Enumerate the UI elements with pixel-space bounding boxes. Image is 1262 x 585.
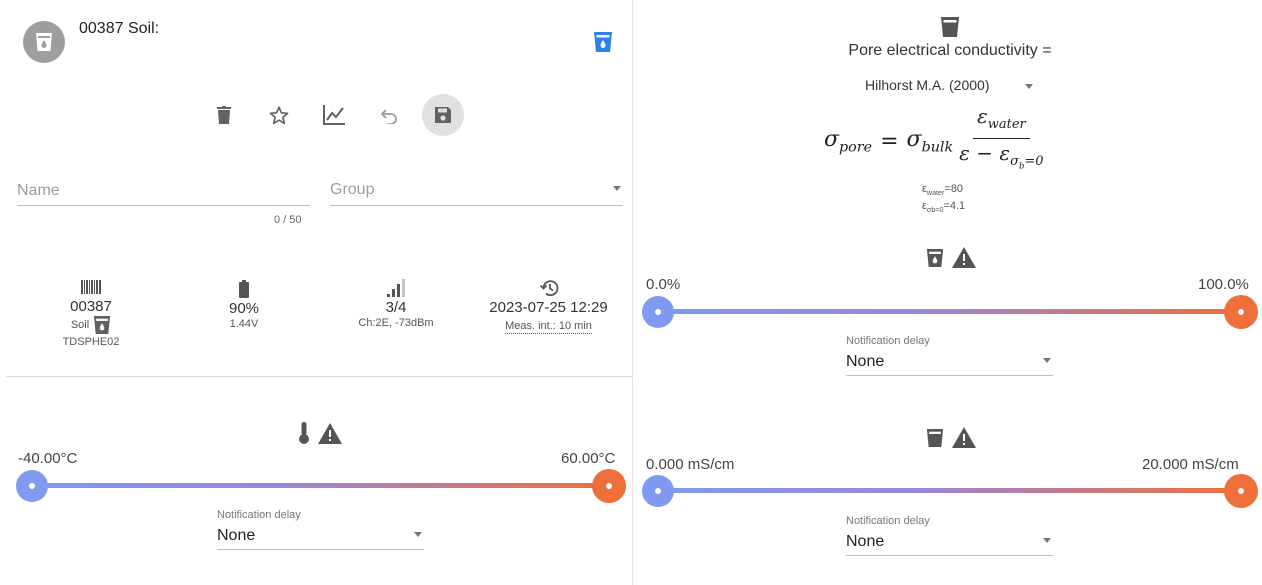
soil-sensor-icon <box>36 33 52 51</box>
device-type-label: Soil <box>70 319 90 331</box>
history-icon <box>539 280 558 297</box>
formula-fraction: εwater ε − εσb=0 <box>959 104 1044 171</box>
temperature-max-label: 60.00°C <box>561 450 616 467</box>
delete-button[interactable] <box>196 94 251 136</box>
save-icon <box>435 107 451 123</box>
notification-delay-select[interactable]: None <box>846 350 1053 376</box>
thermometer-icon <box>299 422 309 444</box>
trash-icon <box>216 106 231 124</box>
signal-detail: Ch:2E, -73dBm <box>358 317 434 329</box>
water-min-handle[interactable] <box>642 296 674 328</box>
soil-sensor-icon <box>94 316 111 334</box>
soil-sensor-icon <box>926 428 944 447</box>
temperature-min-label: -40.00°C <box>18 450 78 467</box>
ec-min-handle[interactable] <box>642 475 674 507</box>
pore-conductivity-panel: Pore electrical conductivity = Hilhorst … <box>634 0 1262 585</box>
stat-last-measurement: 2023-07-25 12:29 Meas. int.: 10 min <box>476 279 621 334</box>
star-icon <box>269 105 288 124</box>
battery-value: 90% <box>228 300 260 317</box>
notification-delay-label: Notification delay <box>846 335 930 347</box>
device-actions <box>196 94 464 136</box>
temperature-max-handle[interactable] <box>592 469 626 503</box>
name-field[interactable] <box>17 178 310 206</box>
soil-sensor-icon[interactable] <box>593 31 613 53</box>
notification-delay-label: Notification delay <box>846 515 930 527</box>
stat-battery: 90% 1.44V <box>204 280 284 331</box>
line-chart-icon <box>322 105 345 125</box>
device-panel: 00387 Soil: Name 0 / 50 Group 00387 Soil… <box>6 0 633 585</box>
signal-value: 3/4 <box>385 299 407 316</box>
ec-alarm-header <box>926 427 976 448</box>
pore-title: Pore electrical conductivity = <box>848 42 1052 59</box>
chevron-down-icon <box>1043 538 1051 543</box>
chart-button[interactable] <box>306 94 361 136</box>
temperature-range-track[interactable] <box>32 483 608 488</box>
pore-formula: σpore = σbulk εwater ε − εσb=0 <box>824 103 1048 180</box>
chevron-down-icon <box>1043 358 1051 363</box>
ec-min-label: 0.000 mS/cm <box>646 456 735 473</box>
stat-device-id: 00387 Soil TDSPHE02 <box>51 280 131 349</box>
group-select[interactable]: Group <box>330 178 623 206</box>
name-char-counter: 0 / 50 <box>274 214 302 226</box>
section-divider <box>6 376 633 377</box>
water-notification-delay[interactable]: Notification delay None <box>846 335 1053 376</box>
soil-sensor-icon <box>941 17 959 37</box>
water-alarm-header <box>926 247 976 268</box>
warning-icon <box>952 247 976 268</box>
notification-delay-value: None <box>846 533 885 550</box>
barcode-icon <box>81 280 101 294</box>
water-max-label: 100.0% <box>1198 276 1249 293</box>
soil-sensor-icon <box>926 248 944 267</box>
favorite-button[interactable] <box>251 94 306 136</box>
notification-delay-value: None <box>217 527 256 544</box>
notification-delay-select[interactable]: None <box>217 524 424 550</box>
temperature-min-handle[interactable] <box>16 470 48 502</box>
battery-icon <box>239 280 249 298</box>
undo-button[interactable] <box>361 94 416 136</box>
device-type: Soil <box>51 315 131 335</box>
chevron-down-icon <box>414 532 422 537</box>
device-model: TDSPHE02 <box>62 336 120 348</box>
save-button[interactable] <box>422 94 464 136</box>
water-max-handle[interactable] <box>1224 295 1258 329</box>
model-select[interactable]: Hilhorst M.A. (2000) <box>865 77 1035 97</box>
measurement-interval[interactable]: Meas. int.: 10 min <box>505 319 592 334</box>
notification-delay-label: Notification delay <box>217 509 301 521</box>
ec-max-label: 20.000 mS/cm <box>1142 456 1239 473</box>
water-min-label: 0.0% <box>646 276 681 293</box>
group-placeholder: Group <box>330 181 375 198</box>
eps-water-value: 80 <box>950 183 964 195</box>
eps-ob0-value: 4.1 <box>949 200 966 213</box>
warning-icon <box>318 422 342 444</box>
device-id-value: 00387 <box>70 298 112 315</box>
battery-voltage: 1.44V <box>229 318 259 330</box>
ec-notification-delay[interactable]: Notification delay None <box>846 515 1053 556</box>
chevron-down-icon <box>613 186 621 191</box>
last-measurement-time: 2023-07-25 12:29 <box>489 299 608 316</box>
undo-icon <box>380 109 397 124</box>
device-title: 00387 Soil: <box>79 20 160 37</box>
stat-signal: 3/4 Ch:2E, -73dBm <box>336 279 456 330</box>
model-value: Hilhorst M.A. (2000) <box>865 77 990 93</box>
temperature-notification-delay[interactable]: Notification delay None <box>217 509 424 550</box>
notification-delay-value: None <box>846 353 885 370</box>
formula-parameters: εwater=80 εσb=0=4.1 <box>922 183 966 215</box>
warning-icon <box>952 427 976 448</box>
device-avatar <box>23 21 65 63</box>
ec-range-track[interactable] <box>660 488 1240 493</box>
ec-max-handle[interactable] <box>1224 474 1258 508</box>
chevron-down-icon <box>1025 84 1033 89</box>
temperature-alarm-header <box>298 422 358 444</box>
water-range-track[interactable] <box>660 309 1240 314</box>
name-input[interactable] <box>17 178 310 204</box>
notification-delay-select[interactable]: None <box>846 530 1053 556</box>
signal-icon <box>387 279 405 297</box>
